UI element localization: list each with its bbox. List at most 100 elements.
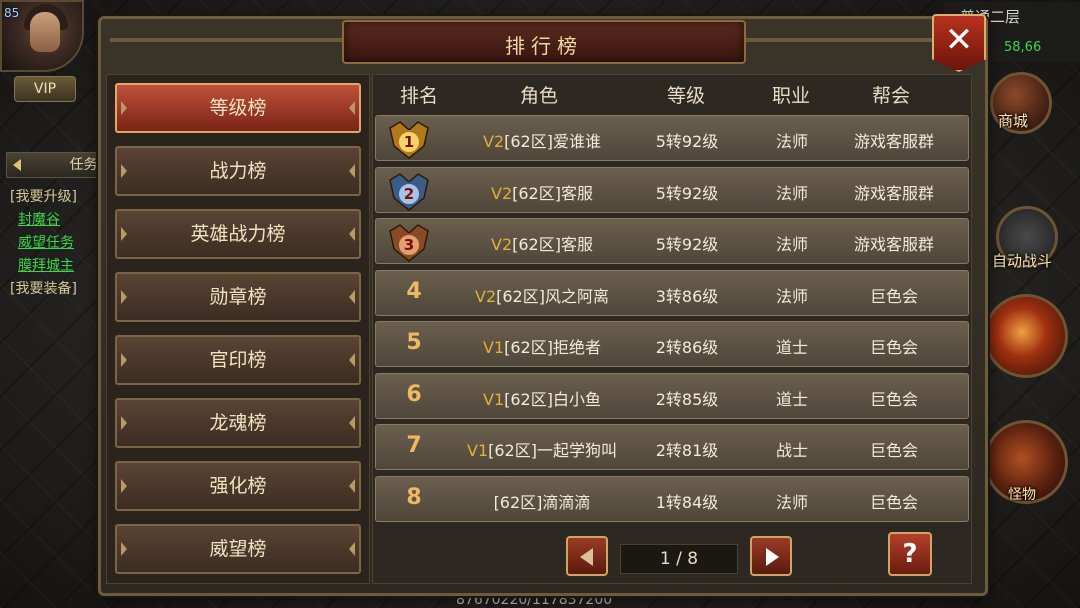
role-cell: V2[62区]风之阿离: [442, 283, 642, 307]
ranking-category-menu: 等级榜 战力榜 英雄战力榜 勋章榜 官印榜 龙魂榜 强化榜 威望榜: [106, 74, 370, 584]
player-level: 85: [4, 6, 20, 20]
attack-skill-button[interactable]: [984, 294, 1068, 378]
task-link[interactable]: 威望任务: [18, 232, 102, 255]
role-name: [62区]白小鱼: [504, 389, 601, 409]
table-header: 排名 角色 等级 职业 帮会: [373, 75, 971, 113]
table-row[interactable]: 6 V1[62区]白小鱼 2转85级 道士 巨色会: [375, 372, 969, 419]
role-cell: V2[62区]爱谁谁: [442, 128, 642, 152]
role-cell: V2[62区]客服: [442, 231, 642, 255]
pagination: 1 / 8 ?: [372, 526, 970, 582]
level-cell: 2转86级: [655, 338, 719, 357]
vip-badge[interactable]: VIP: [14, 76, 76, 102]
job-cell: 法师: [775, 235, 808, 254]
role-cell: V1[62区]白小鱼: [442, 386, 642, 410]
menu-item-medal[interactable]: 勋章榜: [115, 272, 361, 322]
level-cell: 5转92级: [655, 235, 719, 254]
guild-cell: 巨色会: [869, 338, 918, 357]
guild-cell: 游戏客服群: [853, 183, 934, 203]
vip-tag: V1: [483, 338, 505, 357]
menu-item-level[interactable]: 等级榜: [115, 83, 361, 133]
level-cell: 3转86级: [655, 286, 719, 306]
col-rank: 排名: [399, 85, 438, 107]
shop-label: 商城: [998, 112, 1029, 130]
job-cell: 法师: [775, 286, 808, 306]
svg-text:1: 1: [404, 133, 414, 151]
table-row[interactable]: 5 V1[62区]拒绝者 2转86级 道士 巨色会: [375, 321, 969, 367]
vip-tag: V2: [491, 235, 513, 254]
level-cell: 1转84级: [655, 492, 719, 512]
map-coords: 58,66: [1004, 40, 1042, 55]
menu-item-enhance[interactable]: 强化榜: [115, 461, 361, 511]
col-job: 职业: [771, 85, 810, 107]
svg-text:3: 3: [404, 236, 414, 254]
prev-page-button[interactable]: [566, 536, 608, 576]
task-header: [我要装备]: [10, 281, 77, 297]
level-cell: 2转85级: [655, 389, 719, 409]
rank-medal-icon: 2: [389, 172, 429, 211]
col-role: 角色: [519, 85, 558, 107]
task-tab-label: 任务: [69, 157, 98, 173]
guild-cell: 巨色会: [869, 441, 918, 460]
level-cell: 2转81级: [655, 441, 719, 460]
rank-number: 6: [406, 381, 422, 407]
rank-number: 5: [406, 330, 422, 355]
table-row[interactable]: 7 V1[62区]一起学狗叫 2转81级 战士 巨色会: [375, 424, 969, 470]
collapse-arrow-icon[interactable]: [13, 159, 21, 171]
col-level: 等级: [666, 85, 705, 107]
vip-tag: V2: [491, 183, 513, 203]
job-cell: 法师: [775, 492, 808, 512]
task-list: [我要升级] 封魔谷 威望任务 膜拜城主 [我要装备]: [10, 186, 102, 301]
guild-cell: 巨色会: [869, 492, 918, 512]
rank-medal-icon: 1: [389, 121, 429, 159]
role-name: [62区]拒绝者: [504, 338, 601, 357]
menu-item-seal[interactable]: 官印榜: [115, 335, 361, 385]
guild-cell: 巨色会: [869, 389, 918, 409]
guild-cell: 游戏客服群: [853, 235, 934, 254]
role-name: [62区]滴滴滴: [493, 492, 591, 512]
menu-item-power[interactable]: 战力榜: [115, 146, 361, 196]
task-link[interactable]: 封魔谷: [18, 209, 102, 232]
level-cell: 5转92级: [655, 183, 719, 203]
vip-tag: V1: [467, 441, 489, 460]
role-cell: V2[62区]客服: [442, 180, 642, 204]
guild-cell: 巨色会: [869, 286, 918, 306]
role-cell: [62区]滴滴滴: [442, 489, 642, 513]
role-name: [62区]客服: [512, 183, 593, 203]
table-row[interactable]: 3 V2[62区]客服 5转92级 法师 游戏客服群: [375, 218, 969, 264]
table-row[interactable]: 2 V2[62区]客服 5转92级 法师 游戏客服群: [375, 166, 969, 213]
rank-number: 8: [406, 484, 422, 510]
table-row[interactable]: 1 V2[62区]爱谁谁 5转92级 法师 游戏客服群: [375, 115, 969, 161]
guild-cell: 游戏客服群: [853, 132, 934, 151]
task-tab[interactable]: 任务: [6, 152, 104, 178]
role-name: [62区]一起学狗叫: [488, 441, 617, 460]
menu-item-dragon-soul[interactable]: 龙魂榜: [115, 398, 361, 448]
task-header: [我要升级]: [10, 189, 77, 205]
rank-number: 4: [406, 278, 422, 304]
role-name: [62区]爱谁谁: [504, 132, 601, 151]
job-cell: 战士: [775, 441, 808, 460]
ranking-table: 排名 角色 等级 职业 帮会 1 V2[62区]爱谁谁 5转92级 法师 游戏客服群 …: [372, 74, 972, 584]
vip-tag: V2: [483, 132, 505, 151]
menu-item-prestige[interactable]: 威望榜: [115, 524, 361, 574]
help-button[interactable]: ?: [888, 532, 932, 576]
panel-title-bar: 排行榜: [342, 20, 746, 64]
job-cell: 法师: [775, 183, 808, 203]
vip-tag: V1: [483, 389, 505, 409]
title-divider-right: [742, 38, 932, 42]
title-divider-left: [110, 38, 342, 42]
col-guild: 帮会: [871, 85, 910, 107]
role-name: [62区]客服: [512, 235, 593, 254]
rank-medal-icon: 3: [389, 224, 429, 262]
task-link[interactable]: 膜拜城主: [18, 255, 102, 278]
table-row[interactable]: 8 [62区]滴滴滴 1转84级 法师 巨色会: [375, 475, 969, 522]
rank-number: 7: [406, 433, 422, 458]
next-page-button[interactable]: [750, 536, 792, 576]
svg-text:2: 2: [404, 185, 414, 203]
table-row[interactable]: 4 V2[62区]风之阿离 3转86级 法师 巨色会: [375, 269, 969, 316]
role-name: [62区]风之阿离: [496, 286, 609, 306]
arrow-right-icon: [766, 548, 779, 566]
menu-item-hero-power[interactable]: 英雄战力榜: [115, 209, 361, 259]
page-indicator: 1 / 8: [620, 544, 738, 574]
role-cell: V1[62区]拒绝者: [442, 334, 642, 358]
panel-title: 排行榜: [505, 34, 583, 58]
